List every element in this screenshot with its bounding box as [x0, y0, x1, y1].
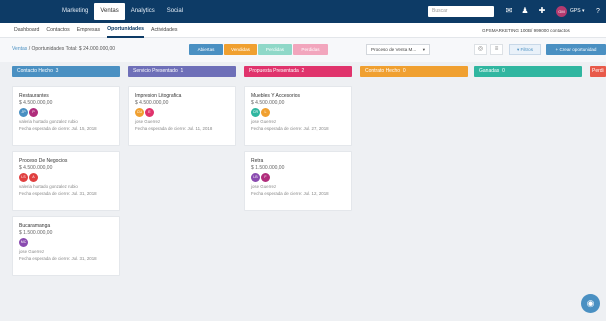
- opportunity-card[interactable]: Bucaramanga $ 1.500.000,00 MC jose Guerr…: [12, 216, 120, 276]
- avatar: A: [29, 173, 38, 182]
- card-amount: $ 1.500.000,00: [251, 165, 285, 171]
- card-close-date: Fecha esperada de cierre: Jul. 12, 2018: [251, 191, 329, 196]
- account-info: GPSMARKETING 100B/ 999000 contactos: [482, 28, 570, 33]
- avatar: MC: [19, 238, 28, 247]
- column-count: 0: [402, 68, 406, 74]
- total-amount: Total: $ 24.000.000,00: [65, 46, 116, 52]
- avatar: F: [261, 173, 270, 182]
- card-title: Muebles Y Accesorios: [251, 93, 301, 99]
- search-input[interactable]: Buscar: [428, 6, 494, 17]
- topnav-analytics[interactable]: Analytics: [125, 0, 161, 23]
- filter-icon: ▾: [516, 47, 520, 52]
- chevron-down-icon: ▾: [422, 47, 425, 52]
- card-title: Retra: [251, 158, 264, 164]
- column-header[interactable]: Contrato Hecho 0: [360, 66, 468, 77]
- filter-perdidas-button[interactable]: Perdidas: [258, 44, 292, 55]
- card-amount: $ 4.500.000,00: [135, 100, 169, 106]
- avatar: LB: [251, 173, 260, 182]
- account-menu[interactable]: GPS ▾: [570, 6, 584, 17]
- breadcrumb-sep: /: [28, 46, 31, 52]
- top-nav: Marketing Ventas Analytics Social: [56, 0, 189, 23]
- tab-oportunidades[interactable]: Oportunidades: [107, 23, 144, 38]
- list-view-icon[interactable]: ≡: [490, 44, 503, 55]
- column-count: 0: [502, 68, 505, 74]
- card-close-date: Fecha esperada de cierre: Jul. 15, 2018: [19, 126, 97, 131]
- filter-perdidas-2-button[interactable]: Perdidas: [293, 44, 328, 55]
- avatar: CU: [135, 108, 144, 117]
- column-header[interactable]: Contacto Hecho 3: [12, 66, 120, 77]
- column-title: Propuesta Presentada: [249, 68, 299, 74]
- column-header[interactable]: Propuesta Presentada 2: [244, 66, 352, 77]
- column-count: 2: [301, 68, 305, 74]
- filter-abiertas-button[interactable]: Abiertas: [189, 44, 223, 55]
- card-close-date: Fecha esperada de cierre: Jul. 27, 2018: [251, 126, 329, 131]
- column-header[interactable]: Ganadas 0: [474, 66, 582, 77]
- kanban-board: Contacto Hecho 3 Servicio Presentado 1 P…: [0, 62, 606, 321]
- tab-contactos[interactable]: Contactos: [46, 23, 69, 38]
- avatar: P: [29, 108, 38, 117]
- card-view-icon[interactable]: ◎: [474, 44, 487, 55]
- plus-icon[interactable]: ✚: [537, 6, 547, 16]
- avatar: CR: [251, 108, 260, 117]
- opportunity-card[interactable]: Impresion Litografica $ 4.500.000,00 CU …: [128, 86, 236, 146]
- column-servicio-presentado: Servicio Presentado 1: [128, 66, 236, 77]
- column-title: Contrato Hecho: [365, 68, 401, 74]
- tab-empresas[interactable]: Empresas: [77, 23, 100, 38]
- breadcrumb-page: Oportunidades: [31, 46, 65, 52]
- card-amount: $ 4.500.000,00: [251, 100, 285, 106]
- card-title: Bucaramanga: [19, 223, 51, 229]
- user-avatar[interactable]: GM: [556, 6, 567, 17]
- opportunity-card[interactable]: Retra $ 1.500.000,00 LB F jose Guerrez F…: [244, 151, 352, 211]
- column-title: Contacto Hecho: [17, 68, 53, 74]
- opportunity-card[interactable]: Proceso De Negocios $ 4.500.000,00 LS A …: [12, 151, 120, 211]
- card-title: Restaurantes: [19, 93, 49, 99]
- opportunity-card[interactable]: Muebles Y Accesorios $ 4.500.000,00 CR L…: [244, 86, 352, 146]
- column-header[interactable]: Perdi: [590, 66, 606, 77]
- pipeline-select-value: Proceso de Venta M...: [371, 47, 417, 52]
- column-contacto-hecho: Contacto Hecho 3: [12, 66, 120, 77]
- sub-nav: Dashboard Contactos Empresas Oportunidad…: [14, 23, 185, 38]
- tab-dashboard[interactable]: Dashboard: [14, 23, 39, 38]
- card-close-date: Fecha esperada de cierre: Jul. 31, 2018: [19, 256, 97, 261]
- breadcrumb: Ventas / Oportunidades Total: $ 24.000.0…: [12, 45, 115, 54]
- card-amount: $ 4.500.000,00: [19, 165, 53, 171]
- card-close-date: Fecha esperada de cierre: Jul. 11, 2018: [135, 126, 213, 131]
- column-propuesta-presentada: Propuesta Presentada 2: [244, 66, 352, 77]
- card-title: Impresion Litografica: [135, 93, 182, 99]
- tab-actividades[interactable]: Actividades: [151, 23, 178, 38]
- column-contrato-hecho: Contrato Hecho 0: [360, 66, 468, 77]
- opportunity-card[interactable]: Restaurantes $ 4.500.000,00 JP P valeria…: [12, 86, 120, 146]
- breadcrumb-ventas[interactable]: Ventas: [12, 46, 27, 52]
- filter-vendidas-button[interactable]: Vendidas: [224, 44, 257, 55]
- filters-button[interactable]: ▾ Filtros: [509, 44, 541, 55]
- column-title: Servicio Presentado: [133, 68, 178, 74]
- chat-icon[interactable]: ◉: [581, 294, 600, 313]
- column-header[interactable]: Servicio Presentado 1: [128, 66, 236, 77]
- column-count: 1: [180, 68, 184, 74]
- column-title: Perdi: [592, 68, 604, 74]
- avatar: JP: [19, 108, 28, 117]
- pipeline-select[interactable]: Proceso de Venta M... ▾: [366, 44, 430, 55]
- mail-icon[interactable]: ✉: [504, 6, 514, 16]
- topnav-marketing[interactable]: Marketing: [56, 0, 94, 23]
- filters-label: Filtros: [520, 47, 534, 52]
- card-close-date: Fecha esperada de cierre: Jul. 31, 2018: [19, 191, 97, 196]
- column-ganadas: Ganadas 0: [474, 66, 582, 77]
- avatar: LS: [19, 173, 28, 182]
- topnav-ventas[interactable]: Ventas: [94, 3, 125, 20]
- avatar: E: [145, 108, 154, 117]
- column-title: Ganadas: [479, 68, 500, 74]
- column-perdidas: Perdi: [590, 66, 606, 77]
- avatar: L: [261, 108, 270, 117]
- create-opportunity-button[interactable]: + Crear oportunidad: [546, 44, 606, 55]
- bell-icon[interactable]: ♟: [520, 6, 530, 16]
- card-amount: $ 4.500.000,00: [19, 100, 53, 106]
- help-icon[interactable]: ?: [596, 6, 606, 17]
- card-title: Proceso De Negocios: [19, 158, 68, 164]
- card-amount: $ 1.500.000,00: [19, 230, 53, 236]
- topnav-social[interactable]: Social: [161, 0, 189, 23]
- column-count: 3: [55, 68, 59, 74]
